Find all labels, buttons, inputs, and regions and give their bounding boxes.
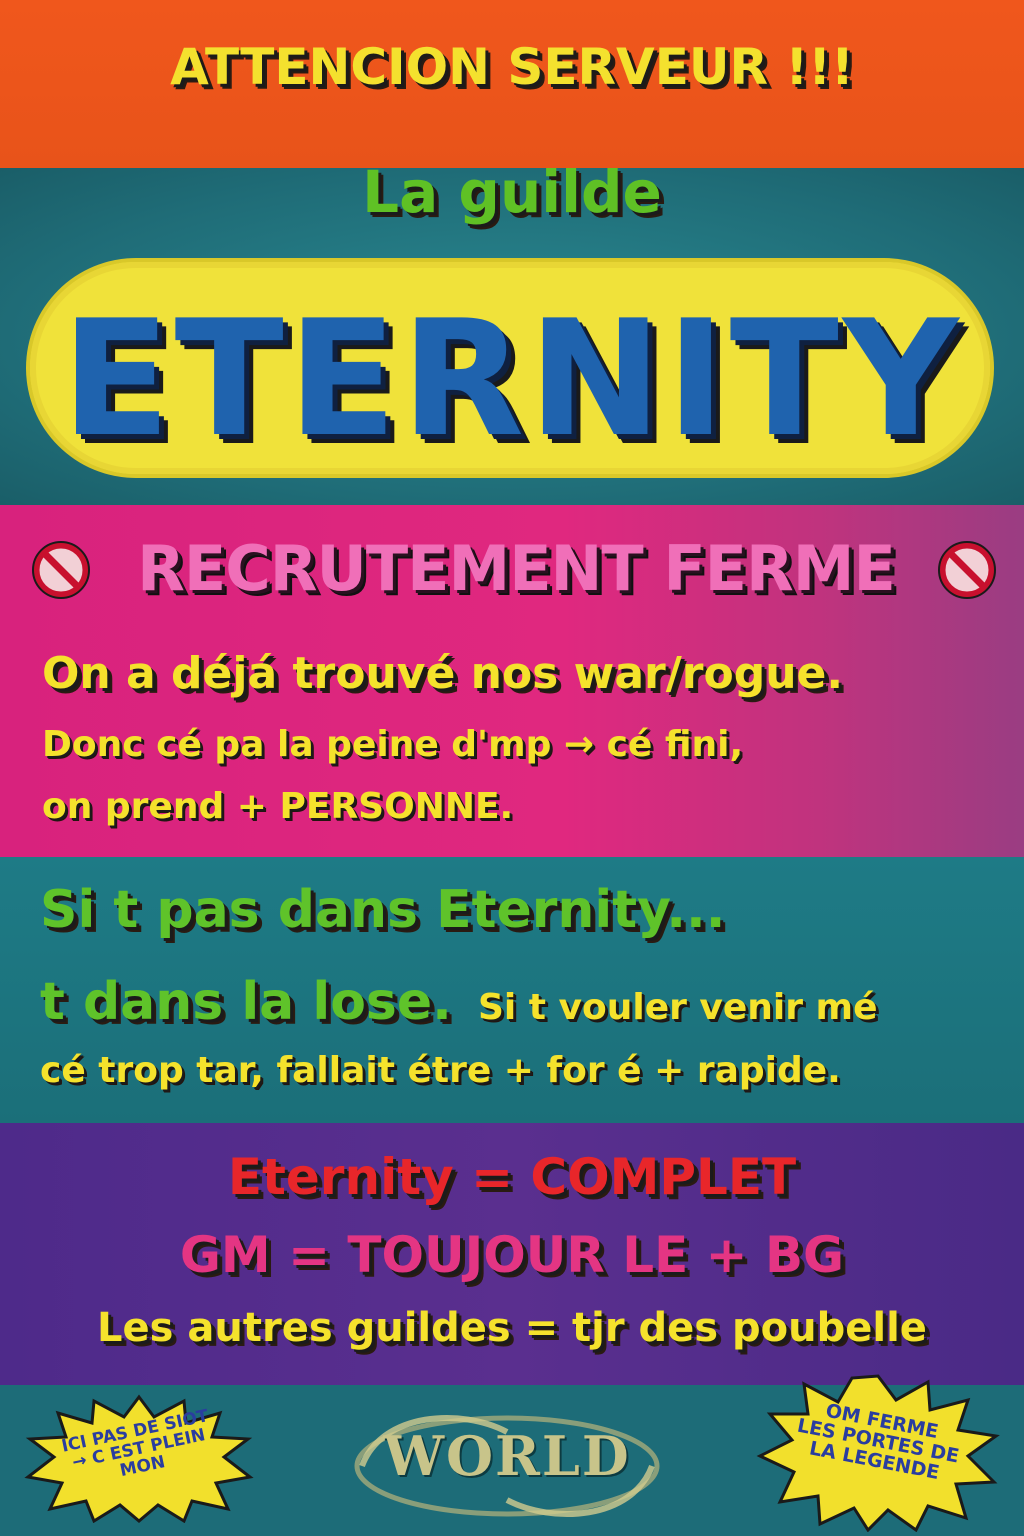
recruitment-line-1: On a déjá trouvé nos war/rogue. [42, 648, 844, 699]
no-entry-sign-icon [32, 541, 90, 599]
message-line-3: cé trop tar, fallait étre + for é + rapi… [40, 1050, 841, 1091]
message-line-1: Si t pas dans Eternity... [40, 880, 726, 940]
status-complet: Eternity = COMPLET [227, 1148, 797, 1206]
recruitment-line-3: on prend + PERSONNE. [42, 786, 514, 827]
recruitment-closed-title: RECRUTEMENT FERME [137, 532, 896, 605]
recruitment-line-2: Donc cé pa la peine d'mp → cé fini, [42, 724, 744, 765]
left-starburst-badge: ICI PAS DE SIOT → C EST PLEIN MON [24, 1393, 254, 1524]
status-other-guilds: Les autres guildes = tjr des poubelle [97, 1305, 927, 1351]
logo-text: WORLD [383, 1424, 631, 1488]
status-gm: GM = TOUJOUR LE + BG [179, 1226, 845, 1284]
message-line-2: t dans la lose. [40, 972, 452, 1032]
message-line-2-tail: Si t vouler venir mé [478, 987, 878, 1028]
announcement-heading: ATTENCION SERVEUR !!! [170, 38, 854, 96]
world-logo: WORLD [342, 1402, 672, 1526]
guild-name: ETERNITY [61, 285, 963, 472]
no-entry-sign-icon [938, 541, 996, 599]
guild-subtitle: La guilde [362, 158, 662, 226]
right-starburst-badge: OM FERME LES PORTES DE LA LEGENDE [756, 1372, 1000, 1533]
poster: ATTENCION SERVEUR !!! La guilde ETERNITY… [0, 0, 1024, 1536]
